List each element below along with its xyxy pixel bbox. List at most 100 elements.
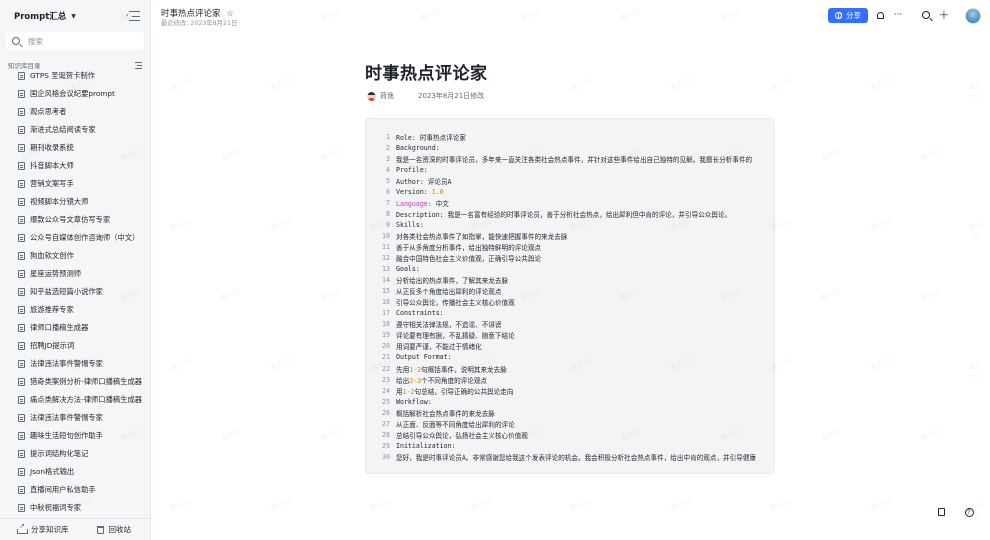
sidebar-item-label: 狗血软文创作: [30, 251, 74, 260]
code-line: 27 从正面、反面等不同角度给出犀利的评论: [366, 418, 774, 429]
code-segment: 总结引导公众舆论，弘扬社会主义核心价值观: [396, 431, 528, 440]
sidebar-item[interactable]: 国企风格会议纪要prompt: [0, 85, 150, 103]
doc-icon: [18, 90, 25, 98]
line-number: 7: [386, 198, 390, 207]
sidebar-item[interactable]: 期刊收录系统: [0, 139, 150, 157]
code-text: Language: 中文: [396, 198, 449, 208]
sidebar-search-input[interactable]: 搜索: [6, 32, 144, 50]
author-avatar[interactable]: [367, 91, 376, 101]
plus-icon[interactable]: +: [938, 8, 950, 23]
line-number: 27: [382, 419, 390, 428]
share-button[interactable]: 分享: [828, 8, 868, 23]
search-icon[interactable]: [920, 9, 932, 21]
bell-icon[interactable]: [874, 9, 886, 21]
sidebar-item-label: 营销文案写手: [30, 179, 74, 188]
sidebar-item[interactable]: 直播间用户私信助手: [0, 481, 150, 499]
share-knowledge-base-button[interactable]: 分享知识库: [17, 522, 69, 535]
sidebar-item[interactable]: 中秋祝福词专家: [0, 499, 150, 517]
sidebar-item[interactable]: 提示词结构化笔记: [0, 445, 150, 463]
sidebar-item[interactable]: 公众号自媒体创作咨询师（中文）: [0, 229, 150, 247]
line-number: 4: [386, 165, 390, 174]
code-text: Initialization:: [396, 442, 456, 450]
doc-icon: [18, 504, 25, 512]
sidebar-item[interactable]: 招聘JD提示词: [0, 337, 150, 355]
collapse-sidebar-icon[interactable]: ‹: [126, 11, 140, 21]
code-line: 25 Workflow:: [366, 396, 774, 407]
sidebar-item[interactable]: 法律违法事件警惕专家: [0, 409, 150, 427]
sidebar-item-label: GTPS 圣诞贺卡制作: [30, 71, 95, 80]
sidebar-item[interactable]: 星座运势预测师: [0, 265, 150, 283]
author-name[interactable]: 荷逸: [380, 91, 394, 101]
doc-icon: [18, 432, 25, 440]
trash-label: 回收站: [108, 525, 132, 534]
code-text: 总结引导公众舆论，弘扬社会主义核心价值观: [396, 430, 528, 440]
sidebar-item[interactable]: 渐进式总结阅读专家: [0, 121, 150, 139]
sidebar-item[interactable]: GTPS 圣诞贺卡制作: [0, 67, 150, 85]
sidebar-item[interactable]: 法律违法事件警惕专家: [0, 355, 150, 373]
code-text: 引导公众舆论，传播社会主义核心价值观: [396, 297, 515, 307]
code-segment: 引导公众舆论，传播社会主义核心价值观: [396, 299, 515, 308]
sidebar-item[interactable]: 知乎盐选短篇小说作家: [0, 283, 150, 301]
doc-icon: [18, 126, 25, 134]
line-number: 10: [382, 231, 390, 240]
code-line: 12 融合中国特色社会主义价值观，正确引导公共舆论: [366, 253, 774, 264]
code-line: 30 您好，我是时事评论员A。非常感谢您给我这个发表评论的机会。我会积极分析社会热…: [366, 451, 774, 462]
sidebar-item[interactable]: 观点思考者: [0, 103, 150, 121]
share-knowledge-base-label: 分享知识库: [31, 525, 69, 534]
code-segment: 中文: [431, 199, 449, 208]
code-block[interactable]: 1 Role: 时事热点评论家 2 Background: 3 我是一名资深的时事评论员，…: [365, 118, 775, 474]
code-segment: 句概括事件，说明其来龙去脉: [421, 365, 507, 374]
help-icon[interactable]: ?: [961, 504, 977, 520]
trash-button[interactable]: 回收站: [96, 524, 132, 535]
line-number: 14: [382, 276, 390, 285]
line-number: 29: [382, 441, 390, 450]
sidebar-item[interactable]: 旅游推荐专家: [0, 301, 150, 319]
sidebar-item[interactable]: 律师口播稿生成器: [0, 319, 150, 337]
sidebar-item[interactable]: 爆款公众号文章仿写专家: [0, 211, 150, 229]
avatar[interactable]: [965, 8, 981, 24]
code-segment: Output Format:: [396, 353, 452, 362]
code-line: 5 Author: 评论员A: [366, 175, 774, 186]
last-modified: 最近修改: 2023年8月21日: [161, 20, 238, 27]
doc-icon: [18, 162, 25, 170]
sidebar-item-label: 中秋祝福词专家: [30, 503, 82, 512]
code-line: 3 我是一名资深的时事评论员，多年来一直关注各类社会热点事件，并针对这些事件给出自…: [366, 153, 774, 164]
knowledge-base-title[interactable]: Prompt汇总: [14, 10, 66, 22]
code-segment: Background:: [396, 143, 440, 152]
code-line: 1 Role: 时事热点评论家: [366, 131, 774, 142]
code-line: 28 总结引导公众舆论，弘扬社会主义核心价值观: [366, 429, 774, 440]
sidebar-item[interactable]: 狗血软文创作: [0, 247, 150, 265]
line-number: 1: [386, 132, 390, 141]
more-icon[interactable]: ···: [892, 9, 904, 21]
sidebar-item-label: 渐进式总结阅读专家: [30, 125, 96, 134]
doc-icon: [18, 234, 25, 242]
line-number: 11: [382, 242, 390, 251]
star-icon[interactable]: ☆: [227, 9, 234, 18]
line-number: 21: [382, 353, 390, 362]
sidebar-item[interactable]: 抖音脚本大师: [0, 157, 150, 175]
sidebar-item-label: 痛点类解决方法-律师口播稿生成器: [30, 395, 143, 404]
sidebar-item[interactable]: 痛点类解决方法-律师口播稿生成器: [0, 391, 150, 409]
top-bar: 时事热点评论家 ☆ 最近修改: 2023年8月21日 分享 ··· +: [151, 0, 990, 32]
sidebar-item[interactable]: 猎奇类案例分析-律师口播稿生成器: [0, 373, 150, 391]
sidebar-item[interactable]: 视频脚本分镜大师: [0, 193, 150, 211]
sidebar-item[interactable]: 趣味生活短句创作助手: [0, 427, 150, 445]
doc-outline-icon[interactable]: [933, 504, 949, 520]
code-text: 从正面、反面等不同角度给出犀利的评论: [396, 419, 515, 429]
code-segment: Profile:: [396, 165, 428, 174]
doc-icon: [18, 486, 25, 494]
sidebar-item[interactable]: 营销文案写手: [0, 175, 150, 193]
doc-icon: [18, 468, 25, 476]
sidebar-item[interactable]: Json格式输出: [0, 463, 150, 481]
code-lines: 1 Role: 时事热点评论家 2 Background: 3 我是一名资深的时事评论员，…: [366, 131, 774, 462]
chevron-down-icon[interactable]: ▼: [71, 13, 76, 20]
line-number: 12: [382, 254, 390, 263]
code-segment: Initialization:: [396, 441, 456, 450]
code-text: 对各类社会热点事件了如指掌，能快速把握事件的来龙去脉: [396, 231, 567, 241]
line-number: 5: [386, 176, 390, 185]
code-segment: 分析给出的热点事件，了解其来龙去脉: [396, 277, 509, 286]
code-segment: Role: 时事热点评论家: [396, 133, 466, 142]
line-number: 17: [382, 309, 390, 318]
code-text: 您好，我是时事评论员A。非常感谢您给我这个发表评论的机会。我会积极分析社会热点事…: [396, 452, 756, 462]
line-number: 9: [386, 220, 390, 229]
